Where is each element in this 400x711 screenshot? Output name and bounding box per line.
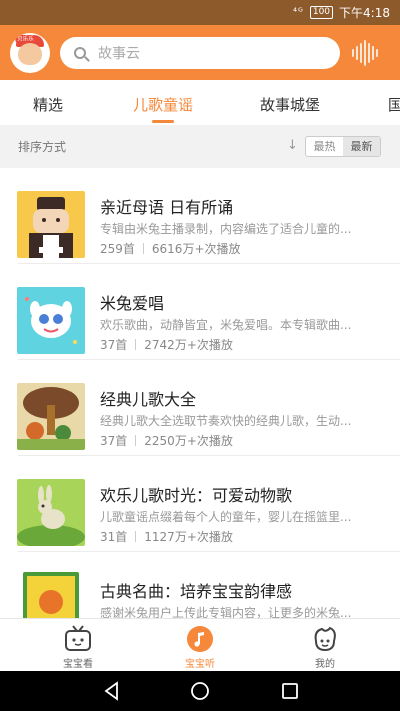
album-title: 亲近母语 日有所诵 (100, 198, 234, 217)
tv-icon (65, 625, 91, 651)
bottom-navigation: 宝宝看 宝宝听 我的 (0, 618, 400, 671)
recents-icon[interactable] (280, 681, 300, 701)
signal-icon: ⁴ᴳ (292, 7, 304, 18)
status-bar: ⁴ᴳ 100 下午4:18 (0, 0, 400, 25)
track-count: 37首 (100, 338, 128, 352)
profile-face-icon (314, 626, 336, 652)
album-description: 感谢米兔用户上传此专辑内容，让更多的米兔... (100, 606, 352, 618)
album-item[interactable]: 古典名曲：培养宝宝韵律感 感谢米兔用户上传此专辑内容，让更多的米兔... (0, 552, 400, 618)
tab-featured[interactable]: 精选 (33, 94, 63, 115)
album-cover-image (17, 191, 85, 258)
sort-option-hot[interactable]: 最热 (306, 137, 343, 156)
search-icon (74, 46, 86, 59)
logo-face (18, 42, 42, 65)
system-navigation-bar (0, 671, 400, 711)
album-title: 经典儿歌大全 (100, 390, 197, 409)
meta-divider (135, 435, 137, 446)
sort-label: 排序方式 (18, 140, 67, 154)
play-count: 1127万+次播放 (144, 530, 233, 544)
album-meta: 37首 2742万+次播放 (100, 336, 233, 353)
app-header: 贝乐乐 故事云 (0, 25, 400, 80)
album-cover-image (17, 383, 85, 450)
album-list: 亲近母语 日有所诵 专辑由米兔主播录制，内容编选了适合儿童的... 259首 6… (0, 168, 400, 618)
play-count: 2250万+次播放 (144, 434, 233, 448)
album-description: 欢乐歌曲，动静皆宜，米兔爱唱。本专辑歌曲... (100, 318, 352, 332)
album-item[interactable]: 经典儿歌大全 经典儿歌大全选取节奏欢快的经典儿歌，生动... 37首 2250万… (0, 360, 400, 456)
nav-baby-listen[interactable]: 宝宝听 (170, 619, 230, 672)
meta-divider (142, 243, 144, 254)
album-item[interactable]: 亲近母语 日有所诵 专辑由米兔主播录制，内容编选了适合儿童的... 259首 6… (0, 168, 400, 264)
nav-label: 宝宝听 (185, 659, 215, 670)
album-meta: 259首 6616万+次播放 (100, 240, 241, 257)
album-cover-image (17, 479, 85, 546)
logo-tag: 贝乐乐 (15, 34, 36, 43)
clock: 下午4:18 (339, 6, 390, 20)
sort-arrow-icon[interactable]: ↓ (287, 138, 298, 153)
home-icon[interactable] (190, 681, 210, 701)
meta-divider (135, 531, 137, 542)
tab-story-castle[interactable]: 故事城堡 (260, 94, 320, 115)
album-item[interactable]: 米兔爱唱 欢乐歌曲，动静皆宜，米兔爱唱。本专辑歌曲... 37首 2742万+次… (0, 264, 400, 360)
sort-option-new[interactable]: 最新 (343, 137, 380, 156)
track-count: 37首 (100, 434, 128, 448)
play-count: 2742万+次播放 (144, 338, 233, 352)
nav-baby-watch[interactable]: 宝宝看 (48, 619, 108, 672)
album-cover-image (17, 287, 85, 354)
album-cover-image (23, 572, 79, 618)
album-title: 欢乐儿歌时光：可爱动物歌 (100, 486, 293, 505)
album-meta: 37首 2250万+次播放 (100, 432, 233, 449)
music-note-icon (187, 626, 213, 652)
back-icon[interactable] (102, 681, 122, 701)
search-placeholder: 故事云 (98, 45, 140, 62)
album-item[interactable]: 欢乐儿歌时光：可爱动物歌 儿歌童谣点缀着每个人的童年，婴儿在摇篮里... 31首… (0, 456, 400, 552)
sort-toggle: 最热 最新 (305, 136, 381, 157)
tab-more[interactable]: 国 (388, 94, 400, 115)
sort-bar: 排序方式 ↓ 最热 最新 (0, 125, 400, 168)
meta-divider (135, 339, 137, 350)
album-meta: 31首 1127万+次播放 (100, 528, 233, 545)
app-logo[interactable]: 贝乐乐 (10, 32, 50, 73)
track-count: 31首 (100, 530, 128, 544)
nav-mine[interactable]: 我的 (295, 619, 355, 672)
album-title: 古典名曲：培养宝宝韵律感 (100, 582, 293, 601)
album-description: 经典儿歌大全选取节奏欢快的经典儿歌，生动... (100, 414, 352, 428)
category-tabs: 精选 儿歌童谣 故事城堡 国 (0, 80, 400, 125)
active-tab-indicator (152, 120, 174, 123)
nav-label: 我的 (315, 659, 335, 670)
battery-icon: 100 (309, 6, 334, 19)
search-input[interactable]: 故事云 (60, 36, 340, 69)
album-title: 米兔爱唱 (100, 294, 165, 313)
voice-search-icon[interactable] (352, 38, 378, 68)
nav-label: 宝宝看 (63, 659, 93, 670)
album-description: 专辑由米兔主播录制，内容编选了适合儿童的... (100, 222, 352, 236)
album-description: 儿歌童谣点缀着每个人的童年，婴儿在摇篮里... (100, 510, 352, 524)
play-count: 6616万+次播放 (151, 242, 241, 256)
tab-nursery-rhymes[interactable]: 儿歌童谣 (133, 94, 193, 115)
track-count: 259首 (100, 242, 135, 256)
